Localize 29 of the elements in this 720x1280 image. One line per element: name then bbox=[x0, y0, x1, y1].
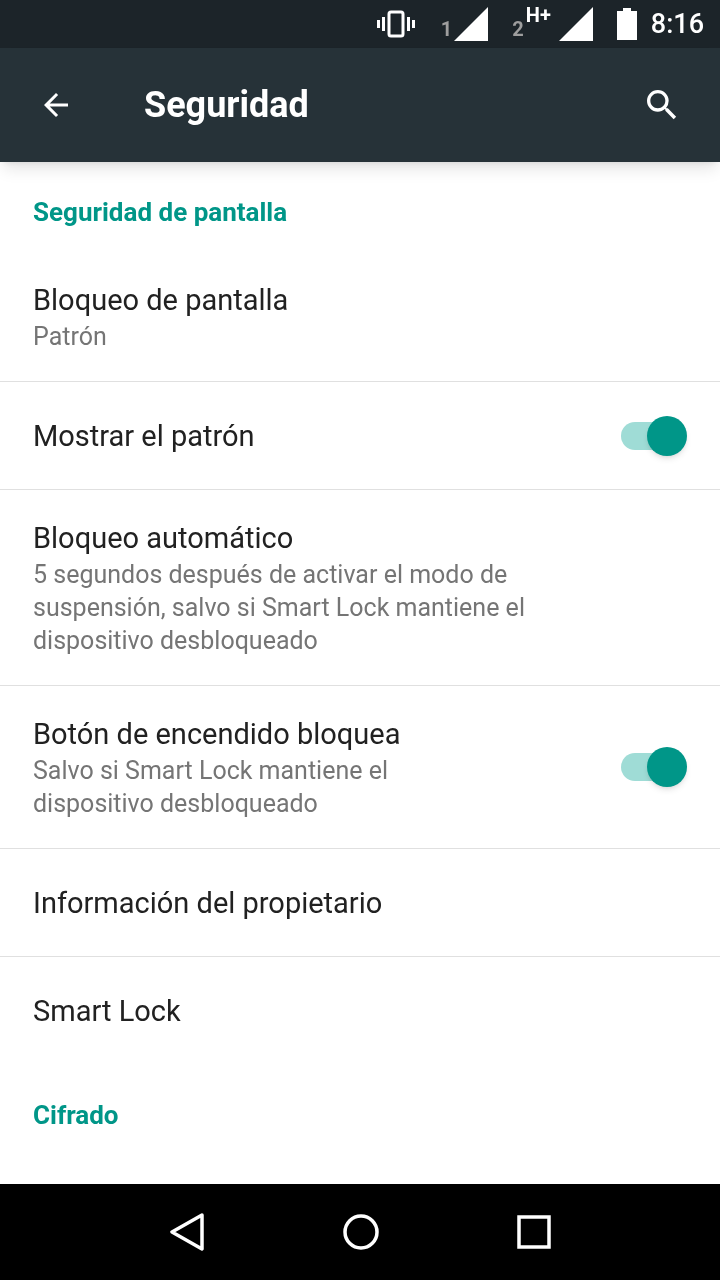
item-title: Bloqueo de pantalla bbox=[33, 282, 290, 319]
section-header: Seguridad de pantalla bbox=[33, 196, 288, 229]
sim-number: 1 bbox=[440, 19, 453, 39]
screen-title: Seguridad bbox=[144, 83, 310, 128]
signal-icon bbox=[454, 7, 489, 41]
item-title: Smart Lock bbox=[33, 993, 182, 1030]
item-title: Información del propietario bbox=[33, 884, 384, 922]
vibrate-icon bbox=[376, 10, 415, 38]
clock: 8:16 bbox=[650, 6, 704, 42]
sim-number: 2 bbox=[512, 19, 524, 39]
signal-icon bbox=[558, 7, 593, 41]
settings-item[interactable]: Bloqueo de pantalla Patrón bbox=[0, 252, 720, 382]
settings-item[interactable]: Bloqueo automático 5 segundos después de activar el modo de suspensión, salvo si Smart Lock mantiene el dispositivo desbloqueado bbox=[0, 490, 720, 686]
item-title: Botón de encendido bloquea bbox=[33, 716, 402, 753]
item-subtitle: Patrón bbox=[33, 321, 108, 353]
item-subtitle: Salvo si Smart Lock mantiene el dispositivo desbloqueado bbox=[33, 755, 390, 820]
settings-item[interactable]: Mostrar el patrón bbox=[0, 382, 720, 490]
settings-item[interactable]: Información del propietario bbox=[0, 849, 720, 957]
item-title: Mostrar el patrón bbox=[33, 417, 256, 455]
network-type: H+ bbox=[525, 5, 551, 25]
item-title: Bloqueo automático bbox=[33, 520, 295, 557]
battery-icon bbox=[616, 8, 637, 40]
item-subtitle: 5 segundos después de activar el modo de suspensión, salvo si Smart Lock mantiene el dispositivo desbloqueado bbox=[33, 559, 526, 657]
settings-item[interactable]: Smart Lock bbox=[0, 957, 720, 1065]
recents-icon[interactable] bbox=[517, 1215, 552, 1249]
settings-item[interactable]: Botón de encendido bloquea Salvo si Smart Lock mantiene el dispositivo desbloqueado bbox=[0, 686, 720, 849]
section-header: Cifrado bbox=[33, 1099, 119, 1132]
back-nav-icon[interactable] bbox=[168, 1213, 205, 1251]
home-icon[interactable] bbox=[342, 1213, 380, 1251]
